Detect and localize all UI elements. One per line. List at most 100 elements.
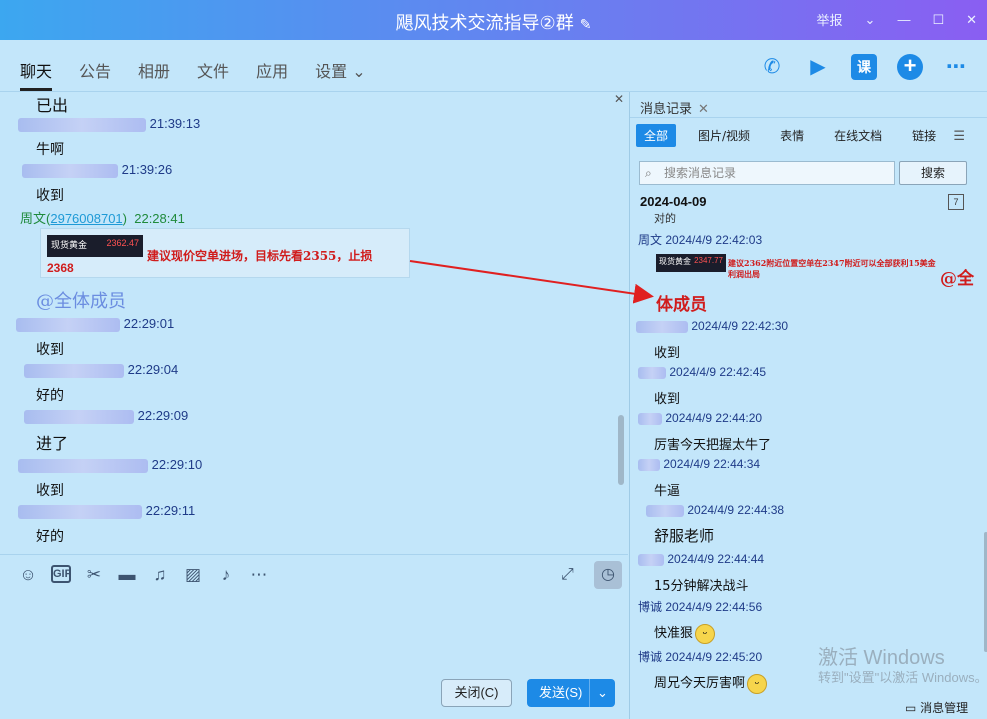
tab-apps[interactable]: 应用 [256, 58, 288, 82]
folder-icon[interactable]: ▬ [117, 565, 137, 585]
calendar-icon[interactable]: 7 [948, 194, 964, 210]
close-icon[interactable]: ✕ [966, 12, 977, 28]
more-icon[interactable]: ⋯ [943, 54, 969, 80]
message-text: 收到 [36, 342, 64, 358]
message-header: 2024/4/9 22:44:34 [638, 457, 760, 471]
report-button[interactable]: 举报 [817, 10, 843, 29]
message-text: 对的 [654, 212, 676, 225]
message-header: 周文(2976008701) 22:28:41 [20, 211, 185, 226]
message-header: 22:29:01 [16, 316, 174, 332]
filter-media[interactable]: 图片/视频 [690, 124, 758, 147]
message-header: 21:39:13 [18, 116, 200, 132]
tab-settings[interactable]: 设置 ⌄ [315, 58, 366, 82]
message-text: 舒服老师 [654, 527, 715, 545]
message-text: 收到 [654, 392, 681, 407]
active-tab-indicator [20, 88, 52, 91]
input-toolbar: ☺ GIF ✂ ▬ ♫ ▨ ♪ ⋯ [0, 554, 628, 594]
tab-chat[interactable]: 聊天 [20, 58, 52, 82]
title-bar: 飓风技术交流指导②群 ✎ 举报 ⌄ — ☐ ✕ [0, 0, 987, 40]
minimize-icon[interactable]: — [897, 12, 910, 27]
message-manage-button[interactable]: ▭ 消息管理 [905, 699, 968, 716]
chart-thumbnail: 现货黄金 2362.47 [47, 235, 143, 257]
bell-icon[interactable]: ♪ [216, 565, 236, 585]
add-icon[interactable]: + [897, 54, 923, 80]
avatar [638, 553, 664, 566]
chart-screenshot-card[interactable]: 现货黄金 2362.47 2368 建议现价空单进场，目标先看2355，止损 [40, 228, 410, 278]
message-time: 2024/4/9 22:44:56 [665, 600, 763, 614]
gif-icon[interactable]: GIF [51, 565, 71, 583]
message-text: 进了 [36, 434, 69, 453]
maximize-icon[interactable]: ☐ [932, 12, 944, 28]
message-header: 22:29:11 [18, 503, 195, 519]
mention-all-part1: @全 [940, 269, 974, 289]
chart-screenshot-card[interactable]: 现货黄金 2347.77 建议2362附近位置空单在2347附近可以全部获利15… [656, 254, 956, 284]
message-text: 好的 [36, 529, 64, 545]
grin-emoji-icon: ᵕ [747, 673, 768, 694]
music-icon[interactable]: ♫ [150, 565, 170, 585]
sender-qq-link[interactable]: 2976008701 [50, 211, 122, 226]
video-call-icon[interactable]: ▶ [805, 54, 831, 80]
avatar [24, 409, 134, 424]
avatar [646, 504, 684, 517]
history-clock-icon[interactable]: ◷ [594, 561, 622, 589]
collapse-icon[interactable]: ✕ [614, 92, 624, 106]
avatar [638, 458, 660, 471]
close-button[interactable]: 关闭(C) [441, 679, 512, 707]
message-time: 2024/4/9 22:45:20 [665, 650, 763, 664]
history-tab[interactable]: 消息记录 ✕ [640, 98, 709, 117]
image-icon[interactable]: ▨ [183, 565, 203, 585]
tab-announcement[interactable]: 公告 [79, 58, 111, 82]
tab-album[interactable]: 相册 [138, 58, 170, 82]
more-tools-icon[interactable]: ⋯ [249, 565, 269, 585]
manage-icon: ▭ [905, 701, 917, 715]
message-text: 已出 [36, 96, 69, 115]
search-button[interactable]: 搜索 [899, 161, 967, 185]
chevron-down-icon[interactable]: ⌄ [589, 679, 615, 707]
close-icon[interactable]: ✕ [698, 102, 709, 117]
message-text-content: 周兄今天厉害啊 [654, 676, 746, 691]
message-time: 21:39:13 [149, 116, 201, 131]
history-search-input[interactable]: ⌕ 搜索消息记录 [639, 161, 895, 185]
filter-docs[interactable]: 在线文档 [826, 124, 890, 147]
scissors-icon[interactable]: ✂ [84, 565, 104, 585]
message-time: 2024/4/9 22:44:20 [665, 411, 763, 425]
send-label: 发送(S) [539, 685, 583, 700]
expand-icon[interactable]: ⤢ [561, 566, 574, 584]
search-placeholder: 搜索消息记录 [664, 166, 737, 180]
trade-advice: 建议现价空单进场，目标先看2355，止损 [147, 249, 373, 263]
message-text: 牛啊 [36, 142, 64, 158]
chat-scrollbar[interactable] [618, 415, 624, 485]
chevron-down-icon[interactable]: ⌄ [865, 12, 876, 28]
emoji-icon[interactable]: ☺ [18, 565, 38, 585]
message-time: 2024/4/9 22:44:44 [667, 552, 765, 566]
message-text: 收到 [36, 483, 64, 499]
filter-links[interactable]: 链接 [904, 124, 944, 147]
window-controls: 举报 ⌄ — ☐ ✕ [817, 10, 977, 29]
ticker-price: 2347.77 [694, 256, 723, 265]
filter-all[interactable]: 全部 [636, 124, 677, 147]
message-time: 22:29:09 [137, 408, 189, 423]
avatar [24, 363, 124, 378]
sender-name: 博诚 [638, 600, 663, 614]
message-header: 周文 2024/4/9 22:42:03 [638, 231, 762, 248]
send-button[interactable]: 发送(S) ⌄ [527, 679, 615, 707]
class-icon[interactable]: 课 [851, 54, 877, 80]
filter-stickers[interactable]: 表情 [772, 124, 812, 147]
phone-icon[interactable]: ✆ [759, 54, 785, 80]
history-panel: 消息记录 ✕ 全部 图片/视频 表情 在线文档 链接 ☰ ⌕ 搜索消息记录 搜索 2… [629, 92, 987, 719]
avatar [18, 504, 142, 519]
message-time: 2024/4/9 22:44:38 [687, 503, 785, 517]
tab-files[interactable]: 文件 [197, 58, 229, 82]
group-name: 飓风技术交流指导②群 [395, 13, 574, 34]
message-header: 2024/4/9 22:44:44 [638, 552, 764, 566]
message-text: 牛逼 [654, 484, 681, 499]
chart-thumbnail: 现货黄金 2347.77 [656, 254, 726, 272]
filter-icon[interactable]: ☰ [953, 128, 965, 144]
chat-messages[interactable]: 已出 21:39:13 牛啊 21:39:26 收到 周文(2976008701… [0, 92, 628, 554]
message-header: 博诚 2024/4/9 22:44:56 [638, 598, 762, 615]
message-header: 2024/4/9 22:42:30 [636, 319, 788, 333]
edit-icon[interactable]: ✎ [580, 17, 592, 33]
message-text: 收到 [36, 188, 64, 204]
message-text: 快准狠 ᵕ [654, 622, 716, 644]
avatar [638, 412, 662, 425]
